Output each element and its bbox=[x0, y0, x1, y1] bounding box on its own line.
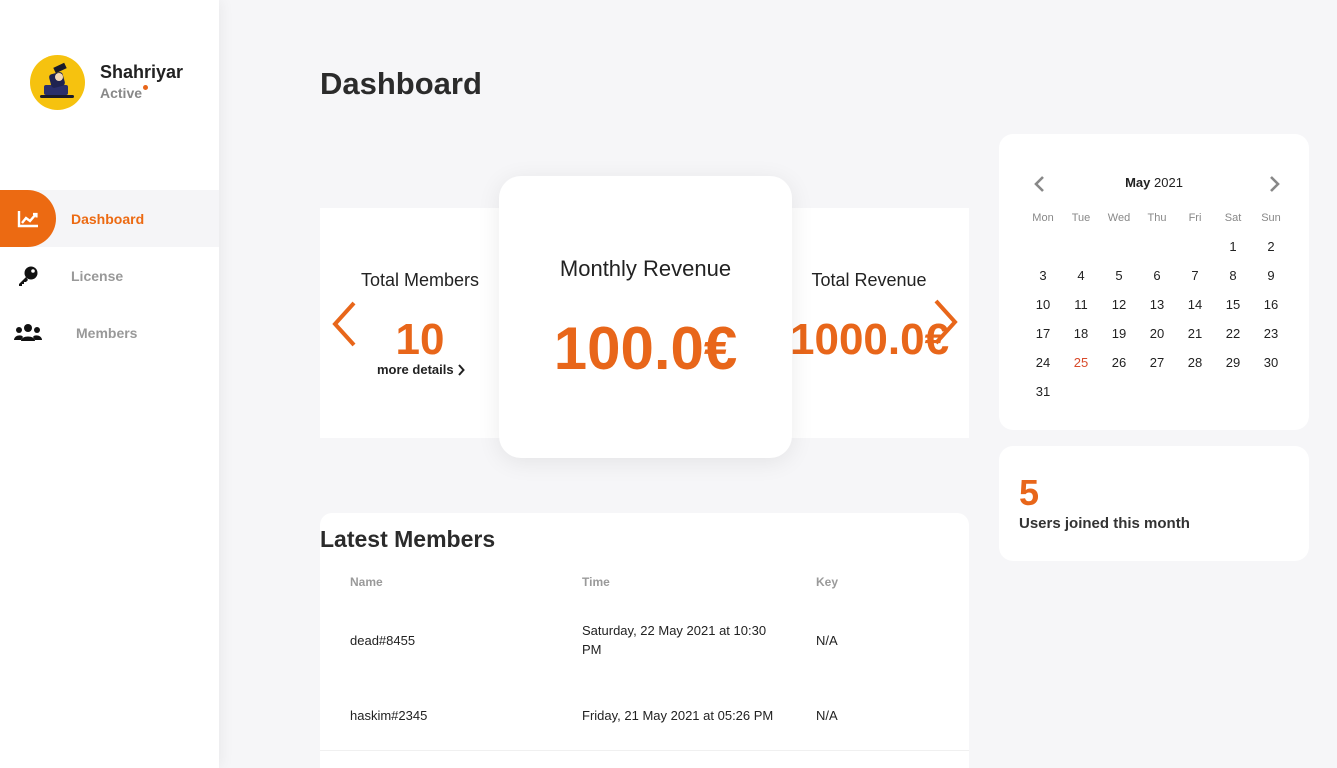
calendar-day[interactable]: 18 bbox=[1062, 326, 1100, 341]
monthly-revenue-value: 100.0€ bbox=[553, 315, 738, 382]
sidebar-item-dashboard[interactable]: Dashboard bbox=[0, 190, 219, 247]
nav-icon-wrap bbox=[0, 304, 56, 361]
users-joined-label: Users joined this month bbox=[1019, 515, 1190, 532]
calendar-day[interactable]: 20 bbox=[1138, 326, 1176, 341]
calendar-day[interactable]: 15 bbox=[1214, 297, 1252, 312]
nav-icon-wrap bbox=[0, 247, 56, 304]
sidebar-item-license[interactable]: License bbox=[0, 247, 219, 304]
calendar-day[interactable]: 3 bbox=[1024, 268, 1062, 283]
calendar-day[interactable]: 14 bbox=[1176, 297, 1214, 312]
monthly-revenue-label: Monthly Revenue bbox=[559, 256, 732, 281]
column-header-name: Name bbox=[350, 575, 383, 589]
more-details-link[interactable]: more details bbox=[377, 362, 465, 377]
calendar-weekday: Sun bbox=[1261, 212, 1281, 224]
latest-members-title: Latest Members bbox=[320, 526, 496, 552]
calendar-weekday: Sat bbox=[1224, 212, 1242, 224]
total-members-label: Total Members bbox=[360, 270, 480, 290]
sidebar-nav: Dashboard License Members bbox=[0, 190, 219, 361]
calendar-day[interactable]: 11 bbox=[1062, 297, 1100, 312]
calendar-day[interactable]: 6 bbox=[1138, 268, 1176, 283]
sidebar: Shahriyar Active Dashboard License Membe… bbox=[0, 0, 219, 768]
total-revenue-value: 1000.0€ bbox=[790, 315, 950, 364]
calendar-day[interactable]: 19 bbox=[1100, 326, 1138, 341]
user-status: Active bbox=[100, 85, 143, 101]
member-name: haskim#2345 bbox=[350, 708, 428, 723]
calendar-weekday: Wed bbox=[1107, 212, 1131, 224]
users-icon bbox=[14, 323, 42, 341]
more-details-label: more details bbox=[377, 362, 454, 377]
calendar-weekday: Mon bbox=[1032, 212, 1054, 224]
calendar-day[interactable]: 2 bbox=[1252, 239, 1290, 254]
sidebar-item-label: Dashboard bbox=[71, 210, 145, 227]
row-divider bbox=[320, 750, 969, 751]
member-time: Friday, 21 May 2021 at 05:26 PM bbox=[582, 708, 774, 723]
carousel-next-arrow[interactable] bbox=[930, 298, 960, 346]
calendar-month-label: May 2021 bbox=[999, 175, 1309, 190]
sidebar-item-label: Members bbox=[76, 324, 138, 341]
calendar-day[interactable]: 12 bbox=[1100, 297, 1138, 312]
users-joined-value: 5 bbox=[1019, 472, 1040, 513]
calendar-day[interactable]: 22 bbox=[1214, 326, 1252, 341]
calendar-day[interactable]: 28 bbox=[1176, 355, 1214, 370]
column-header-time: Time bbox=[582, 575, 610, 589]
chart-line-icon bbox=[17, 210, 38, 227]
calendar-day[interactable]: 29 bbox=[1214, 355, 1252, 370]
chevron-right-icon bbox=[457, 363, 465, 376]
member-time: Saturday, 22 May 2021 at 10:30 PM bbox=[582, 623, 767, 657]
users-joined-card: 5 Users joined this month bbox=[999, 446, 1309, 561]
user-name: Shahriyar bbox=[100, 62, 184, 82]
calendar-day[interactable]: 4 bbox=[1062, 268, 1100, 283]
carousel-prev-arrow[interactable] bbox=[330, 300, 360, 348]
user-profile[interactable]: Shahriyar Active bbox=[30, 55, 183, 110]
avatar[interactable] bbox=[30, 55, 85, 110]
calendar-day[interactable]: 21 bbox=[1176, 326, 1214, 341]
calendar-year: 2021 bbox=[1154, 175, 1183, 190]
sidebar-item-members[interactable]: Members bbox=[0, 304, 219, 361]
column-header-key: Key bbox=[816, 575, 839, 589]
member-name: dead#8455 bbox=[350, 633, 416, 648]
calendar-weekday: Thu bbox=[1147, 212, 1167, 224]
calendar-day[interactable]: 26 bbox=[1100, 355, 1138, 370]
calendar-next-icon[interactable] bbox=[1267, 176, 1281, 192]
nav-icon-wrap bbox=[0, 190, 56, 247]
calendar-day[interactable]: 16 bbox=[1252, 297, 1290, 312]
page-title: Dashboard bbox=[320, 66, 482, 101]
calendar-day[interactable]: 10 bbox=[1024, 297, 1062, 312]
calendar-day[interactable]: 9 bbox=[1252, 268, 1290, 283]
calendar-day[interactable]: 7 bbox=[1176, 268, 1214, 283]
calendar-day[interactable]: 1 bbox=[1214, 239, 1252, 254]
calendar-day[interactable]: 5 bbox=[1100, 268, 1138, 283]
status-dot bbox=[143, 85, 149, 90]
calendar: May 2021 Mon Tue Wed Thu Fri Sat Sun 1 2 3 4 5 6 7 8 9 1… bbox=[999, 134, 1309, 430]
calendar-day[interactable]: 31 bbox=[1024, 384, 1062, 399]
calendar-day[interactable]: 13 bbox=[1138, 297, 1176, 312]
calendar-day[interactable]: 30 bbox=[1252, 355, 1290, 370]
key-icon bbox=[19, 266, 38, 286]
calendar-day[interactable]: 24 bbox=[1024, 355, 1062, 370]
calendar-day[interactable]: 25 bbox=[1062, 355, 1100, 370]
calendar-day[interactable]: 8 bbox=[1214, 268, 1252, 283]
calendar-weekday: Tue bbox=[1071, 212, 1091, 224]
calendar-day[interactable]: 17 bbox=[1024, 326, 1062, 341]
member-key: N/A bbox=[816, 633, 838, 648]
total-revenue-label: Total Revenue bbox=[811, 270, 927, 290]
calendar-day[interactable]: 27 bbox=[1138, 355, 1176, 370]
member-key: N/A bbox=[816, 708, 838, 723]
user-status-wrap: Active bbox=[100, 85, 149, 101]
calendar-weekday: Fri bbox=[1188, 212, 1202, 224]
avatar-illustration bbox=[40, 62, 74, 98]
sidebar-item-label: License bbox=[71, 267, 124, 284]
monthly-revenue-card: Monthly Revenue 100.0€ bbox=[499, 176, 792, 458]
calendar-month: May bbox=[1125, 175, 1151, 190]
calendar-day[interactable]: 23 bbox=[1252, 326, 1290, 341]
